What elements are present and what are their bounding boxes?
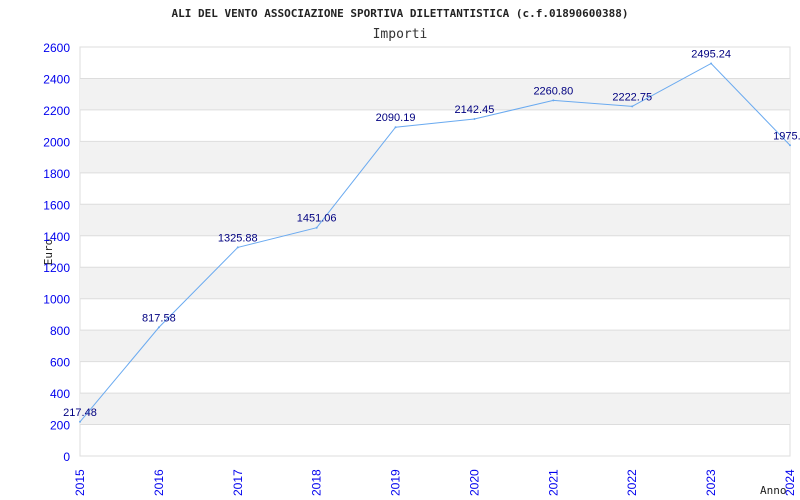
data-label: 2222.75 xyxy=(612,91,652,103)
data-label: 1451.06 xyxy=(297,213,337,225)
data-point xyxy=(315,226,318,229)
data-point xyxy=(552,99,555,102)
grid-band xyxy=(80,204,790,236)
chart-title: ALI DEL VENTO ASSOCIAZIONE SPORTIVA DILE… xyxy=(172,7,629,20)
data-point xyxy=(473,117,476,120)
data-label: 2495.24 xyxy=(691,48,731,60)
x-tick-label: 2017 xyxy=(231,469,245,496)
y-tick-label: 2200 xyxy=(43,104,70,118)
data-point xyxy=(710,62,713,65)
data-point xyxy=(236,246,239,249)
grid-band xyxy=(80,141,790,173)
y-tick-label: 1800 xyxy=(43,167,70,181)
y-tick-label: 2600 xyxy=(43,41,70,55)
x-tick-label: 2020 xyxy=(467,469,481,496)
data-label: 2260.80 xyxy=(533,85,573,97)
y-tick-label: 600 xyxy=(50,356,70,370)
data-label: 1325.88 xyxy=(218,232,258,244)
y-tick-label: 2000 xyxy=(43,135,70,149)
y-tick-label: 0 xyxy=(63,450,70,464)
grid-band xyxy=(80,78,790,110)
y-tick-label: 200 xyxy=(50,419,70,433)
chart: ALI DEL VENTO ASSOCIAZIONE SPORTIVA DILE… xyxy=(0,0,800,500)
x-tick-label: 2016 xyxy=(152,469,166,496)
data-label: 817.58 xyxy=(142,312,176,324)
y-tick-label: 400 xyxy=(50,387,70,401)
y-tick-label: 1000 xyxy=(43,293,70,307)
y-tick-label: 800 xyxy=(50,324,70,338)
line-chart: ALI DEL VENTO ASSOCIAZIONE SPORTIVA DILE… xyxy=(42,7,800,497)
grid-band xyxy=(80,330,790,362)
data-point xyxy=(631,105,634,108)
x-tick-label: 2021 xyxy=(546,469,560,496)
grid-band xyxy=(80,267,790,299)
x-tick-label: 2018 xyxy=(310,469,324,496)
x-tick-label: 2023 xyxy=(704,469,718,496)
data-label: 1975.3 xyxy=(773,130,800,142)
data-point xyxy=(394,126,397,129)
data-point xyxy=(157,326,160,329)
data-point xyxy=(789,144,791,147)
data-point xyxy=(79,420,81,423)
y-tick-label: 1600 xyxy=(43,198,70,212)
y-tick-label: 2400 xyxy=(43,72,70,86)
data-label: 217.48 xyxy=(63,407,97,419)
data-label: 2142.45 xyxy=(455,104,495,116)
x-tick-label: 2024 xyxy=(783,469,797,496)
data-label: 2090.19 xyxy=(376,112,416,124)
grid-band xyxy=(80,393,790,425)
x-tick-label: 2015 xyxy=(73,469,87,496)
x-tick-label: 2019 xyxy=(389,469,403,496)
chart-subtitle: Importi xyxy=(373,27,428,42)
y-tick-label: 1200 xyxy=(43,261,70,275)
x-tick-label: 2022 xyxy=(625,469,639,496)
y-tick-label: 1400 xyxy=(43,230,70,244)
